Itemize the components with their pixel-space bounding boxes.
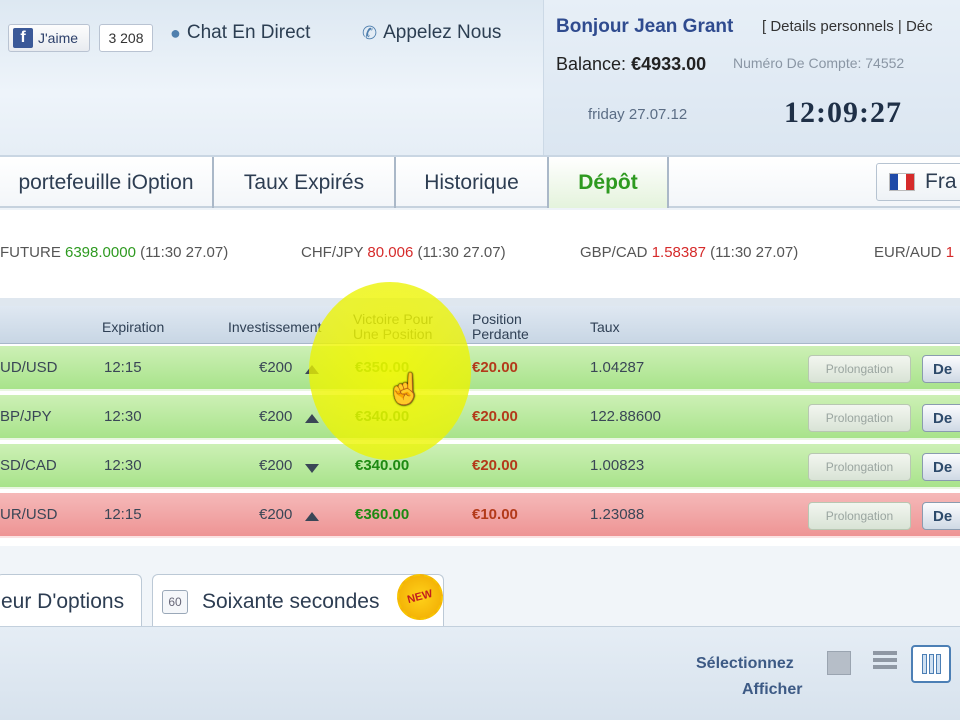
expiration-cell: 12:30 — [104, 408, 142, 425]
header-expiration: Expiration — [102, 319, 165, 335]
prolongation-button[interactable]: Prolongation — [808, 404, 911, 432]
hand-cursor-icon: ☝ — [386, 373, 424, 406]
prolongation-button[interactable]: Prolongation — [808, 355, 911, 383]
facebook-like-button[interactable]: f J'aime — [8, 24, 90, 52]
lose-cell: €10.00 — [472, 506, 518, 523]
arrow-up-icon — [305, 414, 319, 423]
ticker-item: CHF/JPY 80.006 (11:30 27.07) — [301, 244, 506, 261]
ticker-item: EUR/AUD 1 — [874, 244, 955, 261]
header-rate: Taux — [590, 319, 620, 335]
sixty-seconds-label: Soixante secondes — [202, 589, 380, 613]
expiration-cell: 12:15 — [104, 359, 142, 376]
language-selector[interactable]: Fra — [876, 163, 960, 201]
list-view-icon[interactable] — [873, 651, 897, 675]
view-options-bar: Sélectionnez Afficher — [0, 626, 960, 720]
header-lose: Position Perdante — [472, 311, 529, 342]
tile-view-icon[interactable] — [827, 651, 851, 675]
investment-cell: €200 — [259, 359, 293, 376]
rates-ticker: FUTURE 6398.0000 (11:30 27.07) CHF/JPY 8… — [0, 210, 960, 298]
tab-options-builder[interactable]: eur D'options — [0, 574, 142, 628]
row-action-button[interactable]: De — [922, 404, 960, 432]
current-date: friday 27.07.12 — [588, 106, 688, 123]
win-cell: €340.00 — [355, 408, 410, 425]
column-view-icon[interactable] — [911, 645, 951, 683]
top-bar: f J'aime 3 208 ● Chat En Direct ✆ Appele… — [0, 0, 960, 155]
rate-cell: 1.04287 — [590, 359, 645, 376]
table-row: SD/CAD 12:30 €200 €340.00 €20.00 1.00823… — [0, 444, 960, 489]
table-row: UD/USD 12:15 €200 €350.00 €20.00 1.04287… — [0, 346, 960, 391]
lose-cell: €20.00 — [472, 408, 518, 425]
facebook-like-count: 3 208 — [99, 24, 153, 52]
header-investment: Investissement — [228, 319, 322, 335]
table-header: Expiration Investissement Victoire Pour … — [0, 306, 960, 344]
win-cell: €340.00 — [355, 457, 410, 474]
call-us-label: Appelez Nous — [383, 22, 502, 43]
account-balance: Balance: €4933.00 — [556, 54, 706, 75]
investment-cell: €200 — [259, 457, 293, 474]
expiration-cell: 12:15 — [104, 506, 142, 523]
account-number: Numéro De Compte: 74552 — [733, 55, 905, 71]
account-links[interactable]: [ Details personnels | Déc — [762, 18, 933, 35]
facebook-like-label: J'aime — [38, 30, 79, 46]
investment-cell: €200 — [259, 506, 293, 523]
ticker-item: FUTURE 6398.0000 (11:30 27.07) — [0, 244, 229, 261]
rate-cell: 122.88600 — [590, 408, 661, 425]
live-chat-label: Chat En Direct — [186, 22, 311, 43]
row-action-button[interactable]: De — [922, 502, 960, 530]
tab-expired-rates[interactable]: Taux Expirés — [214, 157, 396, 208]
arrow-up-icon — [305, 512, 319, 521]
select-label: Sélectionnez — [696, 655, 794, 672]
france-flag-icon — [889, 173, 915, 191]
table-row: BP/JPY 12:30 €200 €340.00 €20.00 122.886… — [0, 395, 960, 440]
arrow-up-icon — [305, 365, 319, 374]
prolongation-button[interactable]: Prolongation — [808, 502, 911, 530]
investment-cell: €200 — [259, 408, 293, 425]
table-row: UR/USD 12:15 €200 €360.00 €10.00 1.23088… — [0, 493, 960, 538]
language-label: Fra — [925, 170, 957, 193]
ticker-item: GBP/CAD 1.58387 (11:30 27.07) — [580, 244, 799, 261]
lose-cell: €20.00 — [472, 359, 518, 376]
asset-cell: UD/USD — [0, 359, 58, 376]
rate-cell: 1.23088 — [590, 506, 645, 523]
tab-portfolio[interactable]: portefeuille iOption — [0, 157, 214, 208]
section-divider — [0, 298, 960, 306]
main-tab-bar: portefeuille iOption Taux Expirés Histor… — [0, 155, 960, 208]
chat-bubble-icon: ● — [170, 22, 181, 43]
tab-history[interactable]: Historique — [396, 157, 549, 208]
row-action-button[interactable]: De — [922, 453, 960, 481]
display-label: Afficher — [742, 681, 803, 698]
open-positions-table: Expiration Investissement Victoire Pour … — [0, 306, 960, 546]
balance-label: Balance: — [556, 54, 627, 74]
header-win: Victoire Pour Une Position — [353, 311, 433, 342]
asset-cell: SD/CAD — [0, 457, 57, 474]
server-clock: 12:09:27 — [784, 96, 902, 129]
asset-cell: UR/USD — [0, 506, 58, 523]
rate-cell: 1.00823 — [590, 457, 645, 474]
tab-deposit[interactable]: Dépôt — [549, 157, 669, 208]
expiration-cell: 12:30 — [104, 457, 142, 474]
balance-value: €4933.00 — [631, 54, 707, 74]
row-action-button[interactable]: De — [922, 355, 960, 383]
sixty-seconds-icon: 60 — [162, 589, 188, 614]
lose-cell: €20.00 — [472, 457, 518, 474]
prolongation-button[interactable]: Prolongation — [808, 453, 911, 481]
facebook-icon: f — [13, 28, 33, 48]
live-chat-link[interactable]: ● Chat En Direct — [170, 22, 310, 44]
asset-cell: BP/JPY — [0, 408, 52, 425]
user-greeting: Bonjour Jean Grant — [556, 16, 734, 37]
account-panel: Bonjour Jean Grant [ Details personnels … — [543, 0, 960, 155]
options-builder-label: eur D'options — [1, 589, 125, 613]
win-cell: €360.00 — [355, 506, 410, 523]
arrow-down-icon — [305, 464, 319, 473]
phone-icon: ✆ — [362, 22, 378, 43]
call-us-link[interactable]: ✆ Appelez Nous — [362, 22, 501, 44]
